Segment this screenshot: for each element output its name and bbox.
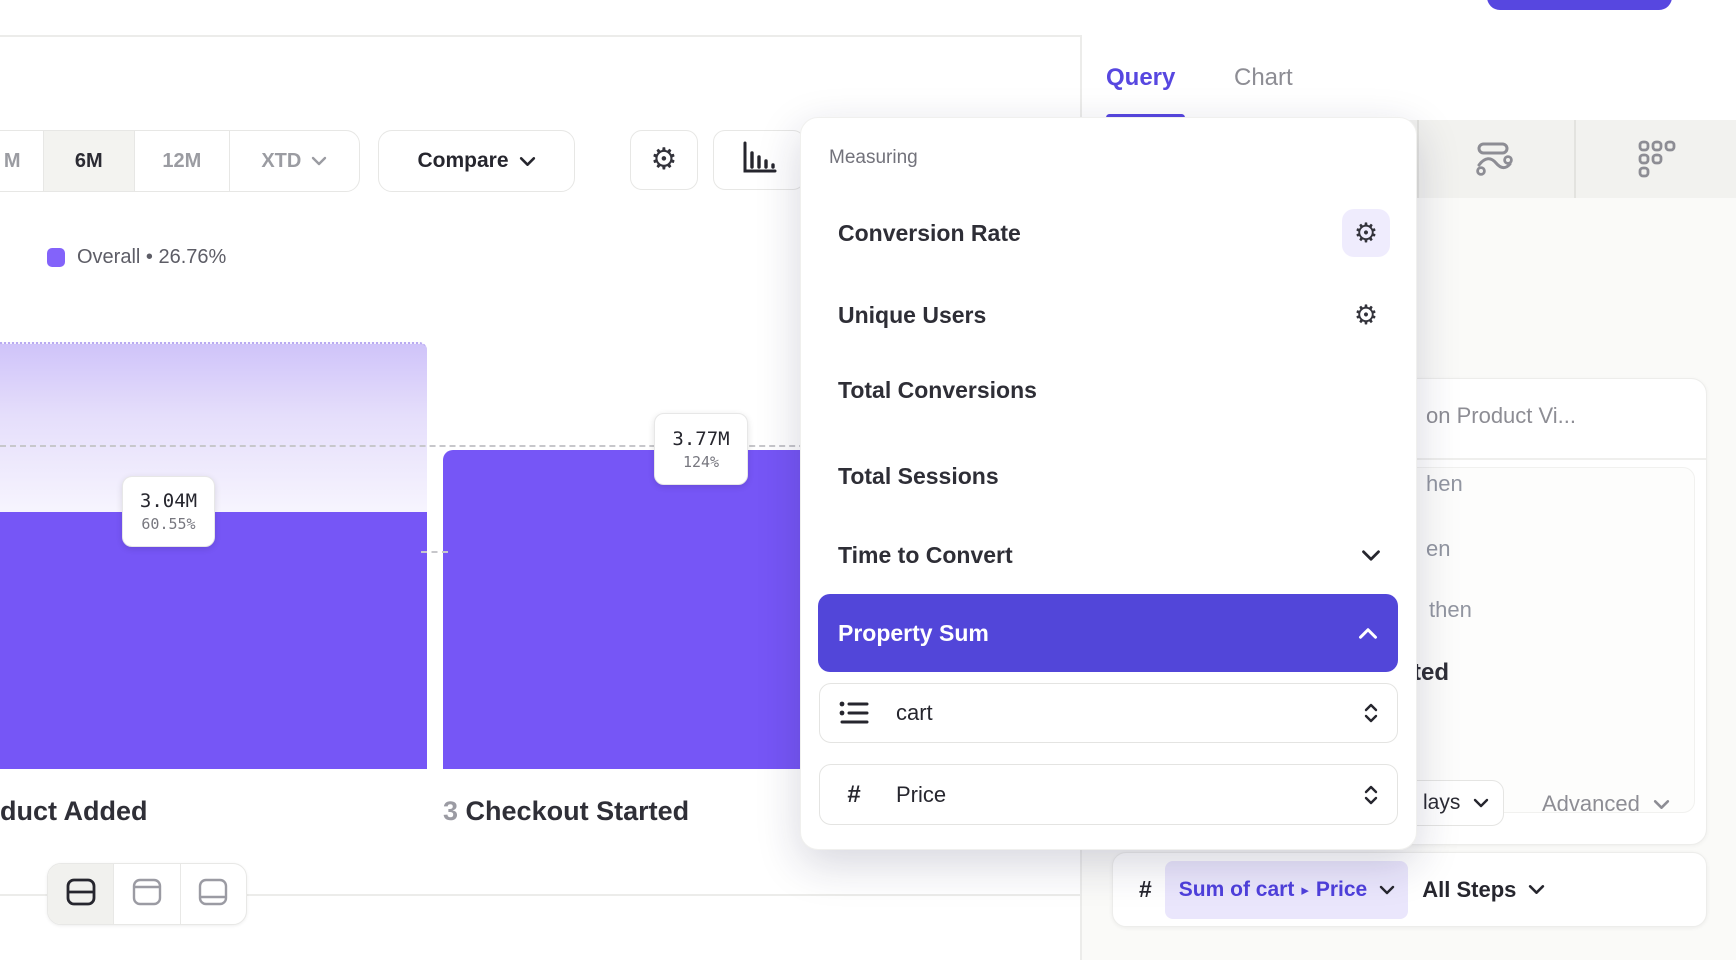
tooltip-percent: 124% <box>683 453 719 471</box>
property-select-price[interactable]: # Price <box>819 764 1398 825</box>
chevron-down-icon <box>1653 799 1670 810</box>
all-steps-label: All Steps <box>1422 877 1516 903</box>
dropdown-title: Measuring <box>829 147 918 169</box>
chart-settings-button[interactable]: ⚙ <box>630 130 698 190</box>
menu-item-conversion-rate[interactable]: Conversion Rate <box>818 213 1398 253</box>
chevron-down-icon <box>1361 549 1381 567</box>
advanced-label: Advanced <box>1542 791 1640 817</box>
split-horizontal-icon <box>65 877 97 912</box>
time-range-xtd-label: XTD <box>261 150 301 173</box>
step-name-fragment: ted <box>1413 659 1449 687</box>
up-down-icon <box>1363 702 1379 724</box>
measuring-dropdown: Measuring Conversion Rate ⚙ Unique Users… <box>800 117 1417 850</box>
step-name: Checkout Started <box>466 796 690 826</box>
chip-arrow-icon: ▸ <box>1301 881 1309 899</box>
primary-action-button[interactable] <box>1487 0 1672 10</box>
tooltip-value: 3.77M <box>672 428 729 450</box>
step-number: 3 <box>443 796 458 826</box>
select-value: Price <box>896 782 1363 808</box>
flow-funnel-icon[interactable] <box>1474 140 1514 181</box>
chevron-down-icon <box>1473 798 1489 808</box>
chip-value-label: Price <box>1316 878 1367 902</box>
menu-item-unique-users[interactable]: Unique Users <box>818 295 1398 335</box>
gear-icon: ⚙ <box>651 145 678 175</box>
tooltip-percent: 60.55% <box>141 515 195 533</box>
menu-item-total-conversions[interactable]: Total Conversions <box>818 370 1398 410</box>
chevron-down-icon <box>519 156 536 167</box>
gear-icon: ⚙ <box>1354 302 1378 329</box>
time-range-control: M 6M 12M XTD <box>0 130 360 192</box>
advanced-dropdown[interactable]: Advanced <box>1542 791 1670 817</box>
conversion-window-label: lays <box>1423 791 1460 815</box>
legend[interactable]: Overall • 26.76% <box>47 244 226 270</box>
funnel-value-tooltip: 3.77M 124% <box>654 413 748 485</box>
tooltip-value: 3.04M <box>140 490 197 512</box>
menu-item-time-to-convert[interactable]: Time to Convert <box>818 535 1398 575</box>
step-connector-text: en <box>1426 536 1450 562</box>
time-range-12m[interactable]: 12M <box>135 131 230 191</box>
menu-item-property-sum-selected[interactable]: Property Sum <box>818 594 1398 672</box>
list-icon <box>838 699 870 727</box>
hash-icon: # <box>838 781 870 809</box>
numeric-type-icon: # <box>1139 876 1152 903</box>
conversion-rate-settings-button[interactable]: ⚙ <box>1342 209 1390 257</box>
funnel-bar-product-added[interactable] <box>0 512 427 769</box>
split-bottom-icon <box>197 877 229 912</box>
step-connector-text: hen <box>1426 471 1463 497</box>
step-label-checkout-started: 3 Checkout Started <box>443 796 689 827</box>
app-window: M 6M 12M XTD Compare ⚙ Overall <box>0 0 1736 960</box>
grid-dots-icon[interactable] <box>1638 140 1676 183</box>
step-label-product-added: duct Added <box>0 796 148 827</box>
step-connector-text: then <box>1429 597 1472 623</box>
tab-query[interactable]: Query <box>1106 64 1175 92</box>
funnel-reference-dash-segment <box>421 551 448 553</box>
toolbar-divider <box>1417 120 1419 198</box>
selected-item-label: Property Sum <box>838 620 989 647</box>
compare-label: Compare <box>417 149 508 173</box>
chevron-up-icon <box>1358 627 1378 640</box>
chevron-down-icon <box>1379 885 1395 895</box>
gear-icon: ⚙ <box>1354 220 1378 247</box>
panel-tabs: Query Chart <box>1080 35 1736 120</box>
layout-split-middle-button[interactable] <box>48 864 114 924</box>
legend-value: 26.76% <box>159 246 227 268</box>
split-top-icon <box>131 877 163 912</box>
layout-split-bottom-button[interactable] <box>181 864 246 924</box>
menu-item-total-sessions[interactable]: Total Sessions <box>818 456 1398 496</box>
time-range-xtd[interactable]: XTD <box>230 131 359 191</box>
chip-property-label: Sum of cart <box>1179 878 1295 902</box>
select-value: cart <box>896 700 1363 726</box>
time-range-6m[interactable]: 6M <box>44 131 136 191</box>
unique-users-settings-button[interactable]: ⚙ <box>1342 291 1390 339</box>
measurement-chip[interactable]: Sum of cart ▸ Price <box>1165 861 1408 919</box>
funnel-value-tooltip: 3.04M 60.55% <box>122 476 215 547</box>
legend-series: Overall <box>77 246 140 268</box>
toolbar-divider <box>1574 120 1576 198</box>
legend-label: Overall • 26.76% <box>77 246 226 269</box>
property-select-cart[interactable]: cart <box>819 683 1398 743</box>
layout-toggle-group <box>47 863 247 925</box>
legend-swatch <box>47 248 65 267</box>
chevron-down-icon <box>311 156 327 166</box>
up-down-icon <box>1363 784 1379 806</box>
bar-chart-icon <box>738 140 780 181</box>
legend-separator: • <box>146 246 153 268</box>
time-range-m[interactable]: M <box>0 131 44 191</box>
layout-split-top-button[interactable] <box>114 864 180 924</box>
compare-button[interactable]: Compare <box>378 130 575 192</box>
steps-card-header: on Product Vi... <box>1426 403 1576 429</box>
chevron-down-icon <box>1528 884 1545 895</box>
all-steps-dropdown[interactable]: All Steps <box>1422 877 1545 903</box>
tab-chart[interactable]: Chart <box>1234 64 1293 92</box>
measurement-row-card: # Sum of cart ▸ Price All Steps <box>1112 852 1707 927</box>
chart-type-button[interactable] <box>713 130 805 190</box>
